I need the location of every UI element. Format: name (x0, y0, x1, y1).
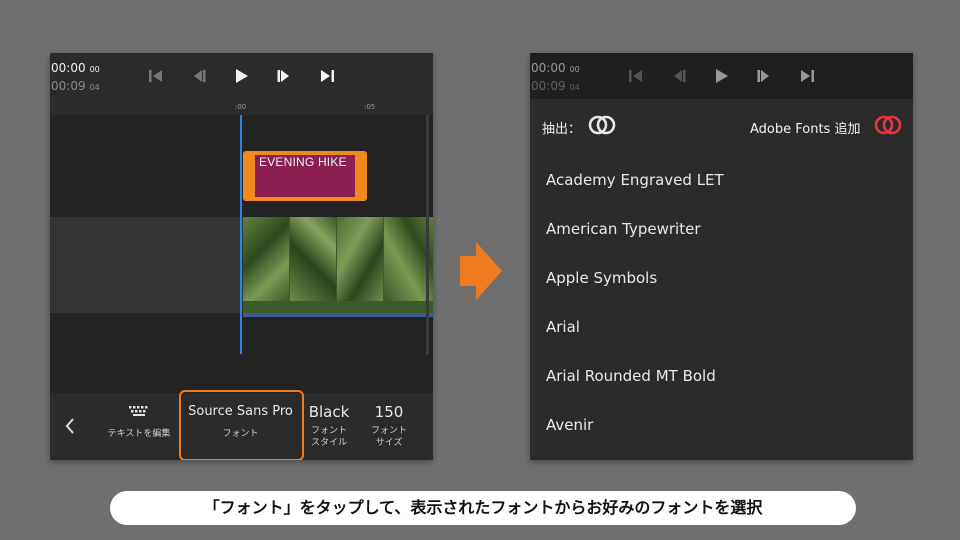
edit-text-tool[interactable]: テキストを編集 (95, 403, 183, 440)
adobe-fonts-add-label[interactable]: Adobe Fonts 追加 (750, 118, 860, 137)
skip-to-start-icon (627, 67, 645, 85)
step-back-icon[interactable] (190, 67, 208, 85)
font-style-value: Black (308, 403, 350, 421)
font-style-label-line2: スタイル (310, 438, 347, 448)
transport-bar: 00:00 00 00:09 04 (530, 53, 913, 99)
font-size-tool[interactable]: 150 フォント サイズ (360, 403, 418, 449)
font-list-item[interactable]: Avenir (546, 413, 886, 437)
current-timecode: 00:00 00 (51, 61, 100, 75)
skip-to-end-icon[interactable] (318, 67, 336, 85)
font-list-item[interactable]: Arial Rounded MT Bold (546, 364, 886, 388)
skip-to-end-icon (798, 67, 816, 85)
font-picker-header: 抽出： Adobe Fonts 追加 (530, 101, 913, 149)
font-tool[interactable]: Source Sans Pro フォント (182, 404, 299, 440)
font-list-item[interactable]: Arial (546, 315, 886, 339)
step-back-icon (670, 67, 688, 85)
title-clip[interactable]: EVENING HIKE (243, 151, 367, 201)
play-icon[interactable] (232, 67, 250, 85)
skip-to-start-icon[interactable] (147, 67, 165, 85)
total-timecode: 00:09 04 (531, 79, 580, 93)
play-icon (712, 67, 730, 85)
font-style-tool[interactable]: Black フォント スタイル (300, 403, 358, 449)
step-forward-icon[interactable] (275, 67, 293, 85)
step-forward-icon (755, 67, 773, 85)
transport-bar: 00:00 00 00:09 04 (50, 53, 433, 99)
timeline-editor-panel: 00:00 00 00:09 04 :00 :05 EVENING HIKE テ… (50, 53, 433, 460)
total-timecode: 00:09 04 (51, 79, 100, 93)
font-size-label-line2: サイズ (375, 438, 403, 448)
creative-cloud-extract-icon[interactable] (587, 114, 617, 136)
arrow-right-icon (460, 242, 502, 300)
video-thumbnail (243, 217, 289, 301)
font-picker-panel: 00:00 00 00:09 04 抽出： Adobe Fonts 追加 Aca… (530, 53, 913, 460)
chevron-left-icon[interactable] (64, 417, 76, 435)
keyboard-icon (129, 406, 148, 416)
current-timecode: 00:00 00 (531, 61, 580, 75)
font-list-item[interactable]: American Typewriter (546, 217, 886, 241)
video-thumbnail (290, 217, 336, 301)
edit-text-label: テキストを編集 (107, 429, 171, 439)
playhead[interactable] (240, 115, 242, 354)
video-clip[interactable] (243, 217, 433, 317)
video-thumbnail (337, 217, 383, 301)
text-edit-toolbar: テキストを編集 Source Sans Pro フォント Black フォント … (50, 390, 433, 460)
font-size-value: 150 (374, 403, 404, 421)
title-clip-label: EVENING HIKE (259, 155, 347, 169)
font-size-label-line1: フォント (370, 426, 407, 436)
font-value: Source Sans Pro (188, 404, 293, 419)
font-label: フォント (222, 429, 259, 439)
font-list-item[interactable]: Academy Engraved LET (546, 168, 886, 192)
ruler-start-label: :00 (235, 103, 247, 111)
timeline-scrollbar[interactable] (426, 115, 429, 355)
extract-label: 抽出： (542, 122, 582, 137)
ruler-mark-label: :05 (364, 103, 376, 111)
creative-cloud-icon[interactable] (873, 114, 903, 136)
font-style-label-line1: フォント (310, 426, 347, 436)
font-list-item[interactable]: Apple Symbols (546, 266, 886, 290)
instruction-caption: 「フォント」をタップして、表示されたフォントからお好みのフォントを選択 (110, 491, 856, 525)
